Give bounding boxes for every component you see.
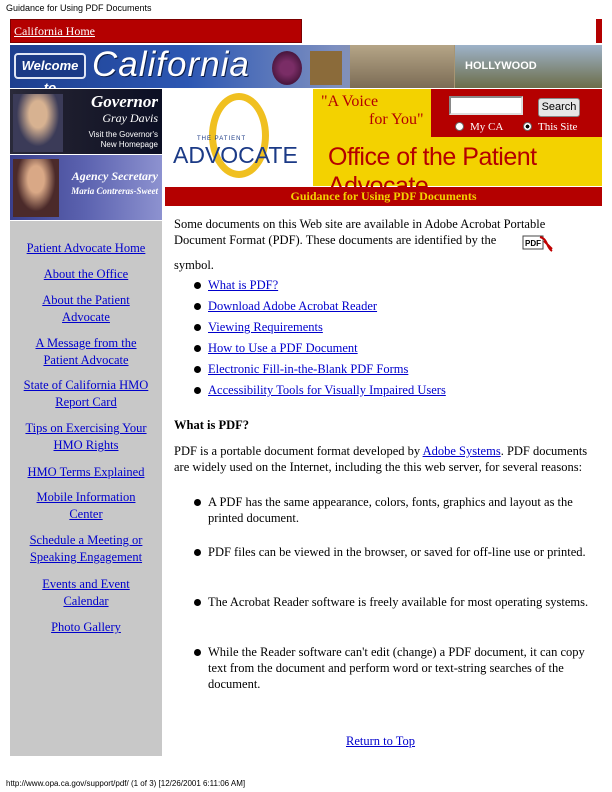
toc-list: What is PDF? Download Adobe Acrobat Read… bbox=[194, 277, 594, 403]
sidebar-item-photo-gallery[interactable]: Photo Gallery bbox=[10, 619, 162, 636]
banner-california-text: California bbox=[92, 45, 250, 84]
search-button[interactable]: Search bbox=[538, 98, 580, 117]
page-title: Guidance for Using PDF Documents bbox=[290, 189, 477, 203]
symbol-text: symbol. bbox=[174, 258, 214, 272]
radio-myca[interactable]: My CA bbox=[455, 121, 503, 133]
sidebar-item-message[interactable]: A Message from the Patient Advocate bbox=[10, 335, 162, 369]
return-to-top-link[interactable]: Return to Top bbox=[346, 734, 415, 749]
hollywood-sign-text: HOLLYWOOD bbox=[465, 60, 537, 72]
sidebar-item-mobile-info-center[interactable]: Mobile Information Center bbox=[10, 489, 162, 523]
radio-this-site[interactable]: This Site bbox=[523, 121, 577, 133]
sidebar-item-patient-advocate-home[interactable]: Patient Advocate Home bbox=[10, 240, 162, 257]
print-header: Guidance for Using PDF Documents bbox=[6, 3, 152, 13]
california-banner[interactable]: Welcome to California HOLLYWOOD bbox=[10, 45, 602, 88]
search-input[interactable] bbox=[449, 96, 523, 115]
governor-link-line2: New Homepage bbox=[100, 140, 158, 149]
voice-line1: "A Voice bbox=[321, 93, 379, 110]
governor-photo bbox=[13, 94, 63, 152]
california-home-link[interactable]: California Home bbox=[14, 24, 95, 39]
sidebar-item-events-calendar[interactable]: Events and Event Calendar bbox=[10, 576, 162, 610]
governor-homepage-link[interactable]: Visit the Governor's New Homepage bbox=[89, 130, 158, 150]
sidebar-item-schedule-meeting[interactable]: Schedule a Meeting or Speaking Engagemen… bbox=[10, 532, 162, 566]
governor-panel[interactable]: Governor Gray Davis Visit the Governor's… bbox=[10, 89, 162, 154]
city-image bbox=[350, 45, 454, 88]
voice-line2: for You" bbox=[369, 111, 424, 128]
governor-link-line1: Visit the Governor's bbox=[88, 130, 158, 139]
section-heading-what-is-pdf: What is PDF? bbox=[174, 418, 249, 432]
cable-car-image bbox=[310, 51, 342, 85]
welcome-badge: Welcome to bbox=[14, 53, 86, 88]
sidebar-nav: Patient Advocate Home About the Office A… bbox=[10, 221, 162, 756]
radio-this-site-label: This Site bbox=[538, 121, 578, 133]
list-item: Download Adobe Acrobat Reader bbox=[194, 298, 594, 319]
radio-myca-circle[interactable] bbox=[455, 122, 464, 131]
logo-big-text: ADVOCATE bbox=[173, 142, 298, 168]
governor-name: Gray Davis bbox=[102, 111, 158, 125]
toc-link-download-reader[interactable]: Download Adobe Acrobat Reader bbox=[208, 299, 377, 313]
grapes-image bbox=[272, 51, 302, 85]
pdf-icon: PDF bbox=[522, 235, 553, 252]
list-item: The Acrobat Reader software is freely av… bbox=[194, 594, 589, 610]
radio-this-site-circle[interactable] bbox=[523, 122, 532, 131]
print-footer: http://www.opa.ca.gov/support/pdf/ (1 of… bbox=[6, 779, 246, 788]
governor-title: Governor bbox=[90, 92, 158, 111]
list-item: While the Reader software can't edit (ch… bbox=[194, 644, 589, 692]
sidebar-item-hmo-terms[interactable]: HMO Terms Explained bbox=[10, 464, 162, 481]
list-item: Viewing Requirements bbox=[194, 319, 594, 340]
toc-link-accessibility-tools[interactable]: Accessibility Tools for Visually Impaire… bbox=[208, 383, 446, 397]
voice-slogan: "A Voice for You" bbox=[313, 89, 431, 137]
radio-myca-label: My CA bbox=[470, 121, 504, 133]
agency-secretary-title: Agency Secretary bbox=[71, 169, 158, 183]
sidebar-item-tips-hmo-rights[interactable]: Tips on Exercising Your HMO Rights bbox=[10, 420, 162, 454]
list-item: How to Use a PDF Document bbox=[194, 340, 594, 361]
sidebar-item-hmo-report-card[interactable]: State of California HMO Report Card bbox=[10, 377, 162, 411]
agency-secretary-name: Maria Contreras-Sweet bbox=[71, 186, 158, 196]
adobe-systems-link[interactable]: Adobe Systems bbox=[423, 444, 501, 458]
office-title-panel: Office of the Patient Advocate bbox=[313, 137, 602, 200]
search-panel: Search My CA This Site bbox=[431, 89, 602, 137]
list-item: Accessibility Tools for Visually Impaire… bbox=[194, 382, 594, 403]
toc-link-fill-in-forms[interactable]: Electronic Fill-in-the-Blank PDF Forms bbox=[208, 362, 408, 376]
sidebar-item-about-office[interactable]: About the Office bbox=[10, 266, 162, 283]
list-item: What is PDF? bbox=[194, 277, 594, 298]
toc-link-viewing-requirements[interactable]: Viewing Requirements bbox=[208, 320, 323, 334]
pdf-icon-label: PDF bbox=[525, 239, 541, 248]
list-item: A PDF has the same appearance, colors, f… bbox=[194, 494, 589, 526]
para-text-before: PDF is a portable document format develo… bbox=[174, 444, 423, 458]
top-bar: California Home bbox=[10, 19, 602, 43]
agency-secretary-panel[interactable]: Agency Secretary Maria Contreras-Sweet bbox=[10, 155, 162, 220]
patient-advocate-logo[interactable]: THE PATIENT ADVOCATE bbox=[165, 89, 313, 186]
toc-link-how-to-use[interactable]: How to Use a PDF Document bbox=[208, 341, 358, 355]
list-item: PDF files can be viewed in the browser, … bbox=[194, 544, 589, 560]
top-bar-red: California Home bbox=[10, 19, 302, 43]
toc-link-what-is-pdf[interactable]: What is PDF? bbox=[208, 278, 278, 292]
sidebar-item-about-patient-advocate[interactable]: About the Patient Advocate bbox=[10, 292, 162, 326]
top-bar-red-right bbox=[596, 19, 602, 43]
page-title-bar: Guidance for Using PDF Documents bbox=[165, 187, 602, 206]
list-item: Electronic Fill-in-the-Blank PDF Forms bbox=[194, 361, 594, 382]
agency-secretary-photo bbox=[13, 159, 59, 217]
what-is-pdf-paragraph: PDF is a portable document format develo… bbox=[174, 443, 594, 475]
